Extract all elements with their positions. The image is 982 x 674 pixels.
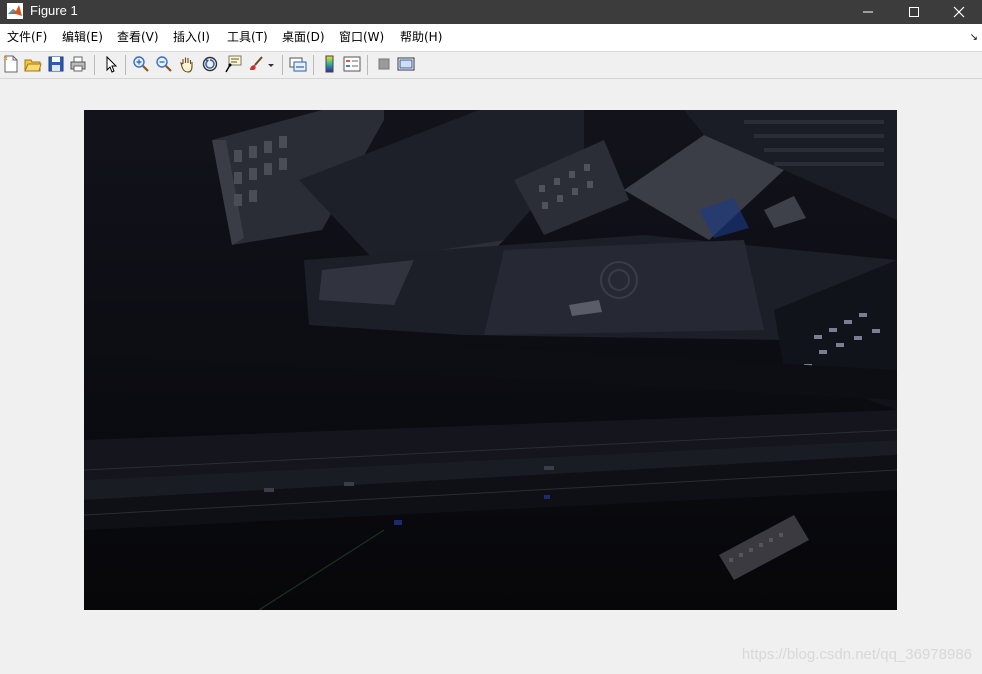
window-title-bar[interactable]: Figure 1 [0, 0, 982, 24]
insert-legend-icon [343, 56, 361, 72]
toolbar-separator [125, 55, 126, 75]
show-plot-tools-icon [397, 57, 415, 71]
minimize-button[interactable] [845, 0, 891, 24]
save-icon [48, 56, 64, 72]
city-aerial-image [84, 110, 897, 610]
menu-window[interactable]: 窗口(W) [339, 30, 384, 45]
window-title: Figure 1 [30, 3, 78, 18]
rotate-3d-icon [202, 56, 218, 72]
menu-dock-arrow-icon[interactable]: ↘ [970, 32, 978, 43]
zoom-out-button[interactable] [155, 55, 173, 73]
zoom-in-button[interactable] [132, 55, 150, 73]
menu-edit[interactable]: 编辑(E) [62, 30, 103, 45]
insert-colorbar-button[interactable] [321, 55, 339, 73]
menu-desktop[interactable]: 桌面(D) [282, 30, 325, 45]
insert-legend-button[interactable] [343, 55, 361, 73]
new-figure-button[interactable] [2, 55, 20, 73]
link-plot-icon [289, 57, 307, 72]
watermark-text: https://blog.csdn.net/qq_36978986 [741, 646, 972, 663]
print-button[interactable] [69, 55, 87, 73]
menu-help[interactable]: 帮助(H) [400, 30, 442, 45]
menu-file[interactable]: 文件(F) [7, 30, 47, 45]
edit-plot-button[interactable] [102, 55, 120, 73]
toolbar-separator [313, 55, 314, 75]
minimize-icon [863, 11, 873, 13]
edit-plot-arrow-icon [106, 55, 118, 73]
pan-hand-icon [180, 57, 193, 73]
brush-button[interactable] [247, 55, 265, 73]
close-icon [953, 6, 965, 18]
brush-icon [250, 56, 263, 70]
matlab-logo-icon [7, 3, 23, 19]
menu-insert[interactable]: 插入(I) [173, 30, 210, 45]
figure-toolbar [0, 52, 982, 79]
figure-image[interactable] [84, 110, 897, 610]
toolbar-separator [282, 55, 283, 75]
brush-dropdown[interactable] [266, 55, 276, 73]
menu-bar: 文件(F) 编辑(E) 查看(V) 插入(I) 工具(T) 桌面(D) 窗口(W… [0, 24, 982, 52]
toolbar-separator [367, 55, 368, 75]
pan-button[interactable] [178, 55, 196, 73]
show-plot-tools-button[interactable] [397, 55, 415, 73]
chevron-down-icon [268, 64, 274, 67]
new-figure-icon [3, 55, 18, 73]
menu-view[interactable]: 查看(V) [117, 30, 159, 45]
maximize-icon [909, 7, 919, 17]
toolbar-separator [94, 55, 95, 75]
menu-tools[interactable]: 工具(T) [227, 30, 268, 45]
rotate-3d-button[interactable] [201, 55, 219, 73]
data-cursor-icon [225, 55, 242, 73]
open-file-icon [24, 59, 42, 72]
zoom-in-icon [133, 56, 149, 72]
hide-plot-tools-icon [378, 58, 390, 70]
open-file-button[interactable] [24, 55, 42, 73]
insert-colorbar-icon [325, 55, 334, 73]
save-button[interactable] [47, 55, 65, 73]
close-button[interactable] [936, 0, 982, 24]
maximize-button[interactable] [891, 0, 937, 24]
zoom-out-icon [156, 56, 172, 72]
data-cursor-button[interactable] [224, 55, 242, 73]
link-plot-button[interactable] [289, 55, 307, 73]
print-icon [70, 56, 86, 72]
hide-plot-tools-button[interactable] [375, 55, 393, 73]
